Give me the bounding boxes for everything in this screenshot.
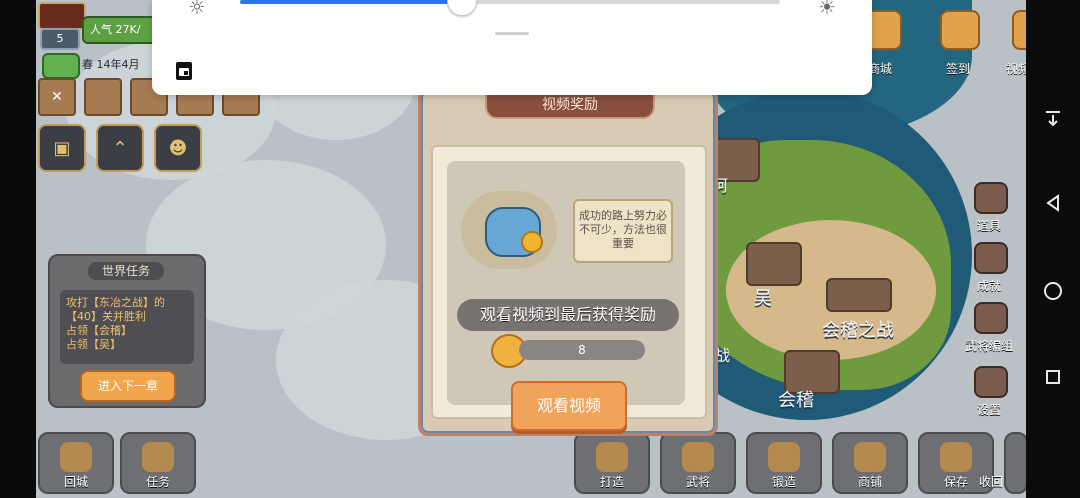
hero-portrait[interactable] bbox=[84, 78, 122, 116]
next-chapter-button[interactable]: 进入下一章 bbox=[80, 370, 176, 402]
task-icon bbox=[142, 442, 174, 472]
checkin-icon bbox=[940, 10, 980, 50]
general-team-icon bbox=[974, 302, 1008, 334]
task-label: 任务 bbox=[145, 475, 170, 489]
video-reward-modal: 视频奖励 成功的路上努力必不可少，方法也很重要 观看视频到最后获得奖励 8 观看… bbox=[418, 88, 718, 436]
reward-banner: 观看视频到最后获得奖励 bbox=[457, 299, 679, 331]
items-label: 道具 bbox=[976, 219, 1001, 233]
system-quick-settings-panel: ☼ ☀ bbox=[152, 0, 872, 95]
unit-slot[interactable]: ☻ bbox=[154, 124, 202, 172]
sun-max-icon: ☀ bbox=[818, 0, 836, 19]
settings-button[interactable]: 设置 bbox=[954, 360, 1024, 420]
general-label: 武将 bbox=[685, 475, 710, 489]
achievement-label: 成就 bbox=[976, 279, 1001, 293]
unit-slot[interactable]: ⌃ bbox=[96, 124, 144, 172]
collapse-label: 收回 bbox=[978, 475, 1003, 489]
calendar-icon[interactable] bbox=[176, 62, 192, 80]
recents-icon[interactable] bbox=[1036, 360, 1070, 394]
world-task-title: 世界任务 bbox=[88, 262, 164, 280]
items-button[interactable]: 道具 bbox=[954, 176, 1024, 236]
checkin-label: 签到 bbox=[945, 62, 970, 76]
left-black-strip bbox=[0, 0, 36, 498]
sun-min-icon: ☼ bbox=[188, 0, 206, 19]
back-icon[interactable] bbox=[1036, 186, 1070, 220]
store-button[interactable]: 商铺 bbox=[832, 432, 908, 494]
forge-icon bbox=[596, 442, 628, 472]
brightness-slider[interactable] bbox=[240, 0, 780, 16]
task-button[interactable]: 任务 bbox=[120, 432, 196, 494]
reward-pet-illustration bbox=[461, 191, 557, 269]
items-icon bbox=[974, 182, 1008, 214]
achievement-icon bbox=[974, 242, 1008, 274]
tip-bubble: 成功的路上努力必不可少，方法也很重要 bbox=[573, 199, 673, 263]
treasure-chest-icon[interactable]: ▣ bbox=[38, 124, 86, 172]
watch-video-button[interactable]: 观看视频 bbox=[511, 381, 627, 431]
population-badge: 人气 27K/ bbox=[82, 16, 162, 44]
map-label-huiji: 会稽 bbox=[778, 390, 814, 411]
map-label-wu: 吴 bbox=[754, 288, 772, 309]
city-building[interactable] bbox=[746, 242, 802, 286]
brightness-slider-fill bbox=[240, 0, 461, 4]
return-city-button[interactable]: 回城 bbox=[38, 432, 114, 494]
smithing-button[interactable]: 锻造 bbox=[746, 432, 822, 494]
world-task-panel: 世界任务 攻打【东冶之战】的【40】关并胜利 占领【会稽】 占领【吴】 进入下一… bbox=[48, 254, 206, 408]
settings-label: 设置 bbox=[976, 403, 1001, 417]
city-flag-icon[interactable] bbox=[38, 2, 86, 30]
quick-slot-row: ▣ ⌃ ☻ bbox=[38, 124, 202, 172]
reward-amount: 8 bbox=[519, 340, 645, 360]
city-building[interactable] bbox=[826, 278, 892, 312]
coin-icon bbox=[521, 231, 543, 253]
down-arrow-icon[interactable] bbox=[1036, 100, 1070, 134]
general-team-button[interactable]: 武将编组 bbox=[954, 296, 1024, 356]
resource-icon[interactable] bbox=[42, 53, 80, 79]
player-level: 5 bbox=[40, 28, 80, 50]
store-icon bbox=[854, 442, 886, 472]
settings-icon bbox=[974, 366, 1008, 398]
panel-handle[interactable] bbox=[495, 32, 529, 35]
smithing-icon bbox=[768, 442, 800, 472]
save-icon bbox=[940, 442, 972, 472]
return-city-icon bbox=[60, 442, 92, 472]
map-label-huiji-battle: 会稽之战 bbox=[822, 320, 894, 341]
forge-label: 打造 bbox=[599, 475, 624, 489]
smithing-label: 锻造 bbox=[771, 475, 796, 489]
home-icon[interactable] bbox=[1036, 274, 1070, 308]
game-date: 春 14年4月 bbox=[82, 58, 140, 71]
store-label: 商铺 bbox=[857, 475, 882, 489]
world-task-text: 攻打【东冶之战】的【40】关并胜利 占领【会稽】 占领【吴】 bbox=[60, 290, 194, 364]
general-team-label: 武将编组 bbox=[964, 339, 1013, 353]
game-scene: 阿 吴 会稽之战 会稽 战 5 人气 27K/ 春 14年4月 ✕ ▣ ⌃ ☻ … bbox=[0, 0, 1080, 498]
return-city-label: 回城 bbox=[63, 475, 88, 489]
brightness-slider-thumb[interactable] bbox=[447, 0, 477, 16]
reward-row: 8 bbox=[491, 334, 681, 368]
forge-button[interactable]: 打造 bbox=[574, 432, 650, 494]
modal-title: 视频奖励 bbox=[485, 91, 655, 119]
general-button[interactable]: 武将 bbox=[660, 432, 736, 494]
checkin-button[interactable]: 签到 bbox=[928, 2, 988, 80]
general-icon bbox=[682, 442, 714, 472]
android-navigation-bar bbox=[1026, 0, 1080, 498]
collapse-button[interactable]: 收回 bbox=[979, 432, 1028, 494]
crossed-swords-icon[interactable]: ✕ bbox=[38, 78, 76, 116]
achievement-button[interactable]: 成就 bbox=[954, 236, 1024, 296]
